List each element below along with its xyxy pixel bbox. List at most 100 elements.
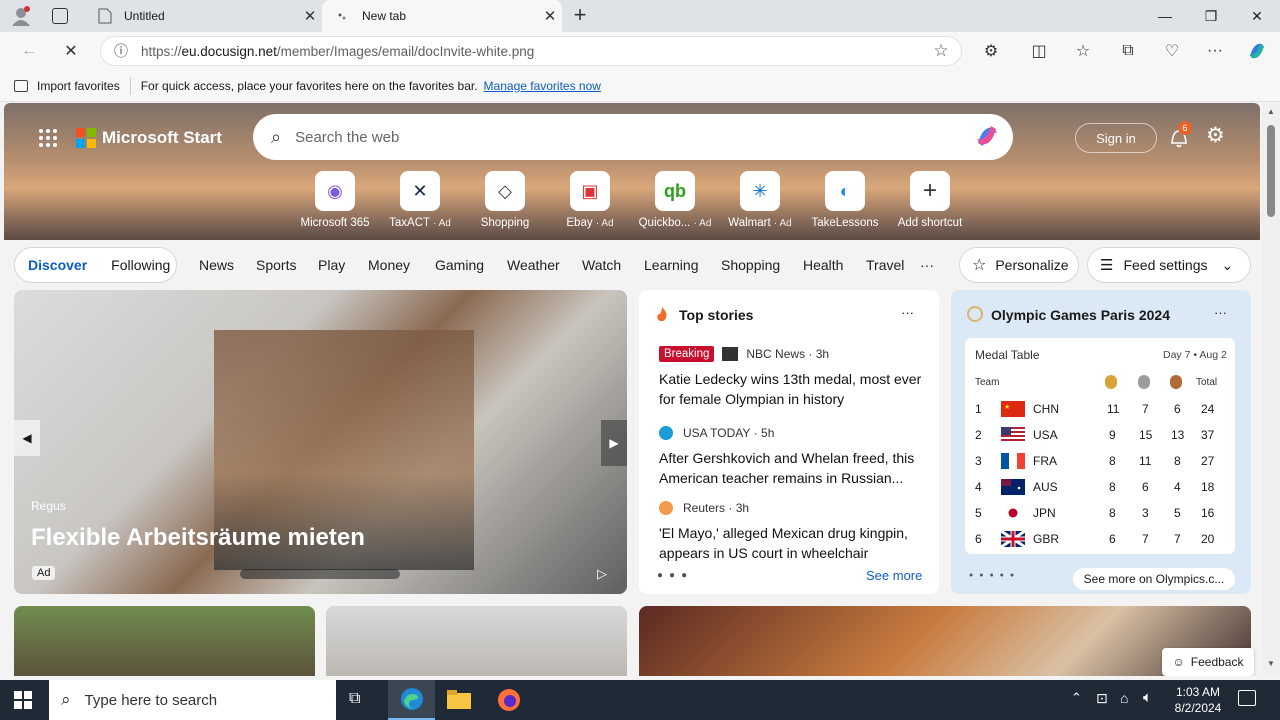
close-tab-icon[interactable]: ✕ [298, 7, 322, 25]
favorites-icon[interactable]: ☆ [1068, 37, 1098, 65]
story-item[interactable]: Breaking NBC News · 3h Katie Ledecky win… [659, 345, 927, 409]
carousel-next-button[interactable]: ▶ [601, 420, 627, 466]
news-card[interactable] [639, 606, 1251, 676]
browser-essentials-icon[interactable]: ♡ [1157, 37, 1187, 65]
feed-settings-button[interactable]: ☰ Feed settings ⌄ [1087, 247, 1251, 283]
notification-center-icon[interactable] [1238, 690, 1256, 706]
nav-learning[interactable]: Learning [644, 257, 699, 273]
tab-bar: Untitled ✕ New tab ✕ + — ❐ ✕ [0, 0, 1280, 32]
see-more-link[interactable]: See more [866, 568, 922, 583]
extensions-icon[interactable]: ⚙ [976, 37, 1006, 65]
shortcut-quickbooks[interactable]: qb Quickbo... · Ad [635, 171, 715, 229]
story-headline[interactable]: After Gershkovich and Whelan freed, this… [659, 448, 927, 488]
more-nav-icon[interactable]: ··· [920, 257, 934, 273]
story-item[interactable]: USA TODAY · 5h After Gershkovich and Whe… [659, 424, 927, 488]
show-hidden-icons[interactable]: ⌃ [1071, 690, 1082, 706]
new-tab-button[interactable]: + [568, 4, 592, 28]
scroll-down-icon[interactable]: ▼ [1267, 659, 1275, 668]
more-options-icon[interactable]: ··· [1214, 305, 1227, 320]
page-dots[interactable]: ●●● [657, 570, 693, 581]
story-headline[interactable]: 'El Mayo,' alleged Mexican drug kingpin,… [659, 523, 927, 563]
scroll-up-icon[interactable]: ▲ [1267, 107, 1275, 116]
close-tab-icon[interactable]: ✕ [538, 7, 562, 25]
taskbar-search[interactable]: ⌕ Type here to search [49, 680, 336, 720]
shortcut-ebay[interactable]: ▣ Ebay · Ad [550, 171, 630, 229]
brand-logo[interactable]: Microsoft Start [76, 128, 222, 148]
carousel-dots[interactable] [240, 569, 400, 579]
favorite-star-icon[interactable]: ☆ [921, 41, 961, 61]
settings-more-icon[interactable]: ··· [1200, 37, 1230, 65]
nav-news[interactable]: News [199, 257, 234, 273]
medal-row[interactable]: 4 AUS 8 6 4 18 [973, 474, 1225, 500]
tab-following[interactable]: Following [111, 257, 170, 273]
flag-australia-icon [1001, 479, 1025, 495]
adchoices-icon[interactable]: ▷ [597, 566, 607, 582]
volume-icon[interactable]: 🔈︎ [1143, 689, 1152, 706]
wifi-icon[interactable]: ⌂ [1120, 690, 1128, 706]
shortcut-shopping[interactable]: ◇ Shopping [465, 171, 545, 229]
page-dots[interactable]: ●●●●● [969, 572, 1020, 579]
manage-favorites-link[interactable]: Manage favorites now [484, 79, 601, 93]
firefox-icon[interactable] [497, 688, 521, 712]
story-headline[interactable]: Katie Ledecky wins 13th medal, most ever… [659, 369, 927, 409]
news-card[interactable] [326, 606, 627, 676]
edge-taskbar-icon[interactable] [388, 680, 435, 720]
address-bar[interactable]: ⓘ https://eu.docusign.net/member/Images/… [100, 36, 962, 66]
network-icon[interactable]: ⊡ [1096, 690, 1108, 707]
task-view-icon[interactable]: ⧉ [349, 690, 369, 710]
page-settings-gear-icon[interactable]: ⚙ [1206, 125, 1228, 147]
back-button[interactable]: ← [14, 37, 44, 65]
medal-row[interactable]: 3 FRA 8 11 8 27 [973, 448, 1225, 474]
nav-sports[interactable]: Sports [256, 257, 296, 273]
nav-shopping[interactable]: Shopping [721, 257, 780, 273]
nav-play[interactable]: Play [318, 257, 345, 273]
hero-ad-card[interactable]: ◀ ▶ Regus Flexible Arbeitsräume mieten A… [14, 290, 627, 594]
personalize-button[interactable]: ☆ Personalize [959, 247, 1079, 283]
feedback-button[interactable]: ☺ Feedback [1162, 648, 1254, 676]
shortcut-takelessons[interactable]: ◐ TakeLessons [805, 171, 885, 229]
file-explorer-icon[interactable] [447, 690, 471, 710]
story-item[interactable]: Reuters · 3h 'El Mayo,' alleged Mexican … [659, 499, 927, 563]
medal-table[interactable]: Medal Table Day 7 • Aug 2 Team Total 1 ★… [965, 338, 1235, 554]
news-card[interactable] [14, 606, 315, 676]
split-screen-icon[interactable]: ◫ [1024, 37, 1054, 65]
tab-new-tab[interactable]: New tab ✕ [322, 0, 562, 32]
medal-row[interactable]: 6 GBR 6 7 7 20 [973, 526, 1225, 552]
more-options-icon[interactable]: ··· [901, 305, 914, 320]
add-shortcut-button[interactable]: + Add shortcut [890, 171, 970, 229]
sign-in-button[interactable]: Sign in [1075, 123, 1157, 153]
carousel-prev-button[interactable]: ◀ [14, 420, 40, 456]
nav-weather[interactable]: Weather [507, 257, 560, 273]
page-scrollbar[interactable]: ▲ ▼ [1262, 103, 1280, 676]
nav-travel[interactable]: Travel [866, 257, 904, 273]
start-button[interactable] [14, 691, 32, 709]
collections-icon[interactable]: ⧉ [1113, 37, 1143, 65]
shortcut-taxact[interactable]: ✕ TaxACT · Ad [380, 171, 460, 229]
close-window-button[interactable]: ✕ [1234, 0, 1280, 32]
medal-row[interactable]: 5 JPN 8 3 5 16 [973, 500, 1225, 526]
scrollbar-thumb[interactable] [1267, 125, 1275, 217]
shortcut-microsoft-365[interactable]: ◉ Microsoft 365 [295, 171, 375, 229]
maximize-button[interactable]: ❐ [1188, 0, 1234, 32]
info-icon[interactable]: ⓘ [101, 41, 141, 61]
stop-loading-button[interactable]: ✕ [56, 37, 86, 65]
shortcut-walmart[interactable]: ✳ Walmart · Ad [720, 171, 800, 229]
medal-row[interactable]: 1 ★ CHN 11 7 6 24 [973, 396, 1225, 422]
copilot-search-icon[interactable] [973, 122, 1001, 153]
nav-gaming[interactable]: Gaming [435, 257, 484, 273]
tab-discover[interactable]: Discover [28, 257, 87, 273]
minimize-button[interactable]: — [1142, 0, 1188, 32]
tab-actions-icon[interactable] [52, 8, 68, 24]
clock[interactable]: 1:03 AM 8/2/2024 [1168, 684, 1228, 716]
profile-icon[interactable] [10, 6, 32, 26]
app-launcher-icon[interactable] [38, 128, 58, 148]
tab-untitled[interactable]: Untitled ✕ [84, 0, 322, 32]
search-box[interactable]: ⌕ Search the web [253, 114, 1013, 160]
nav-watch[interactable]: Watch [582, 257, 621, 273]
nav-health[interactable]: Health [803, 257, 843, 273]
medal-row[interactable]: 2 USA 9 15 13 37 [973, 422, 1225, 448]
see-more-olympics-button[interactable]: See more on Olympics.c... [1073, 568, 1235, 590]
import-favorites-button[interactable]: Import favorites [14, 79, 120, 93]
nav-money[interactable]: Money [368, 257, 410, 273]
copilot-icon[interactable] [1242, 37, 1272, 65]
